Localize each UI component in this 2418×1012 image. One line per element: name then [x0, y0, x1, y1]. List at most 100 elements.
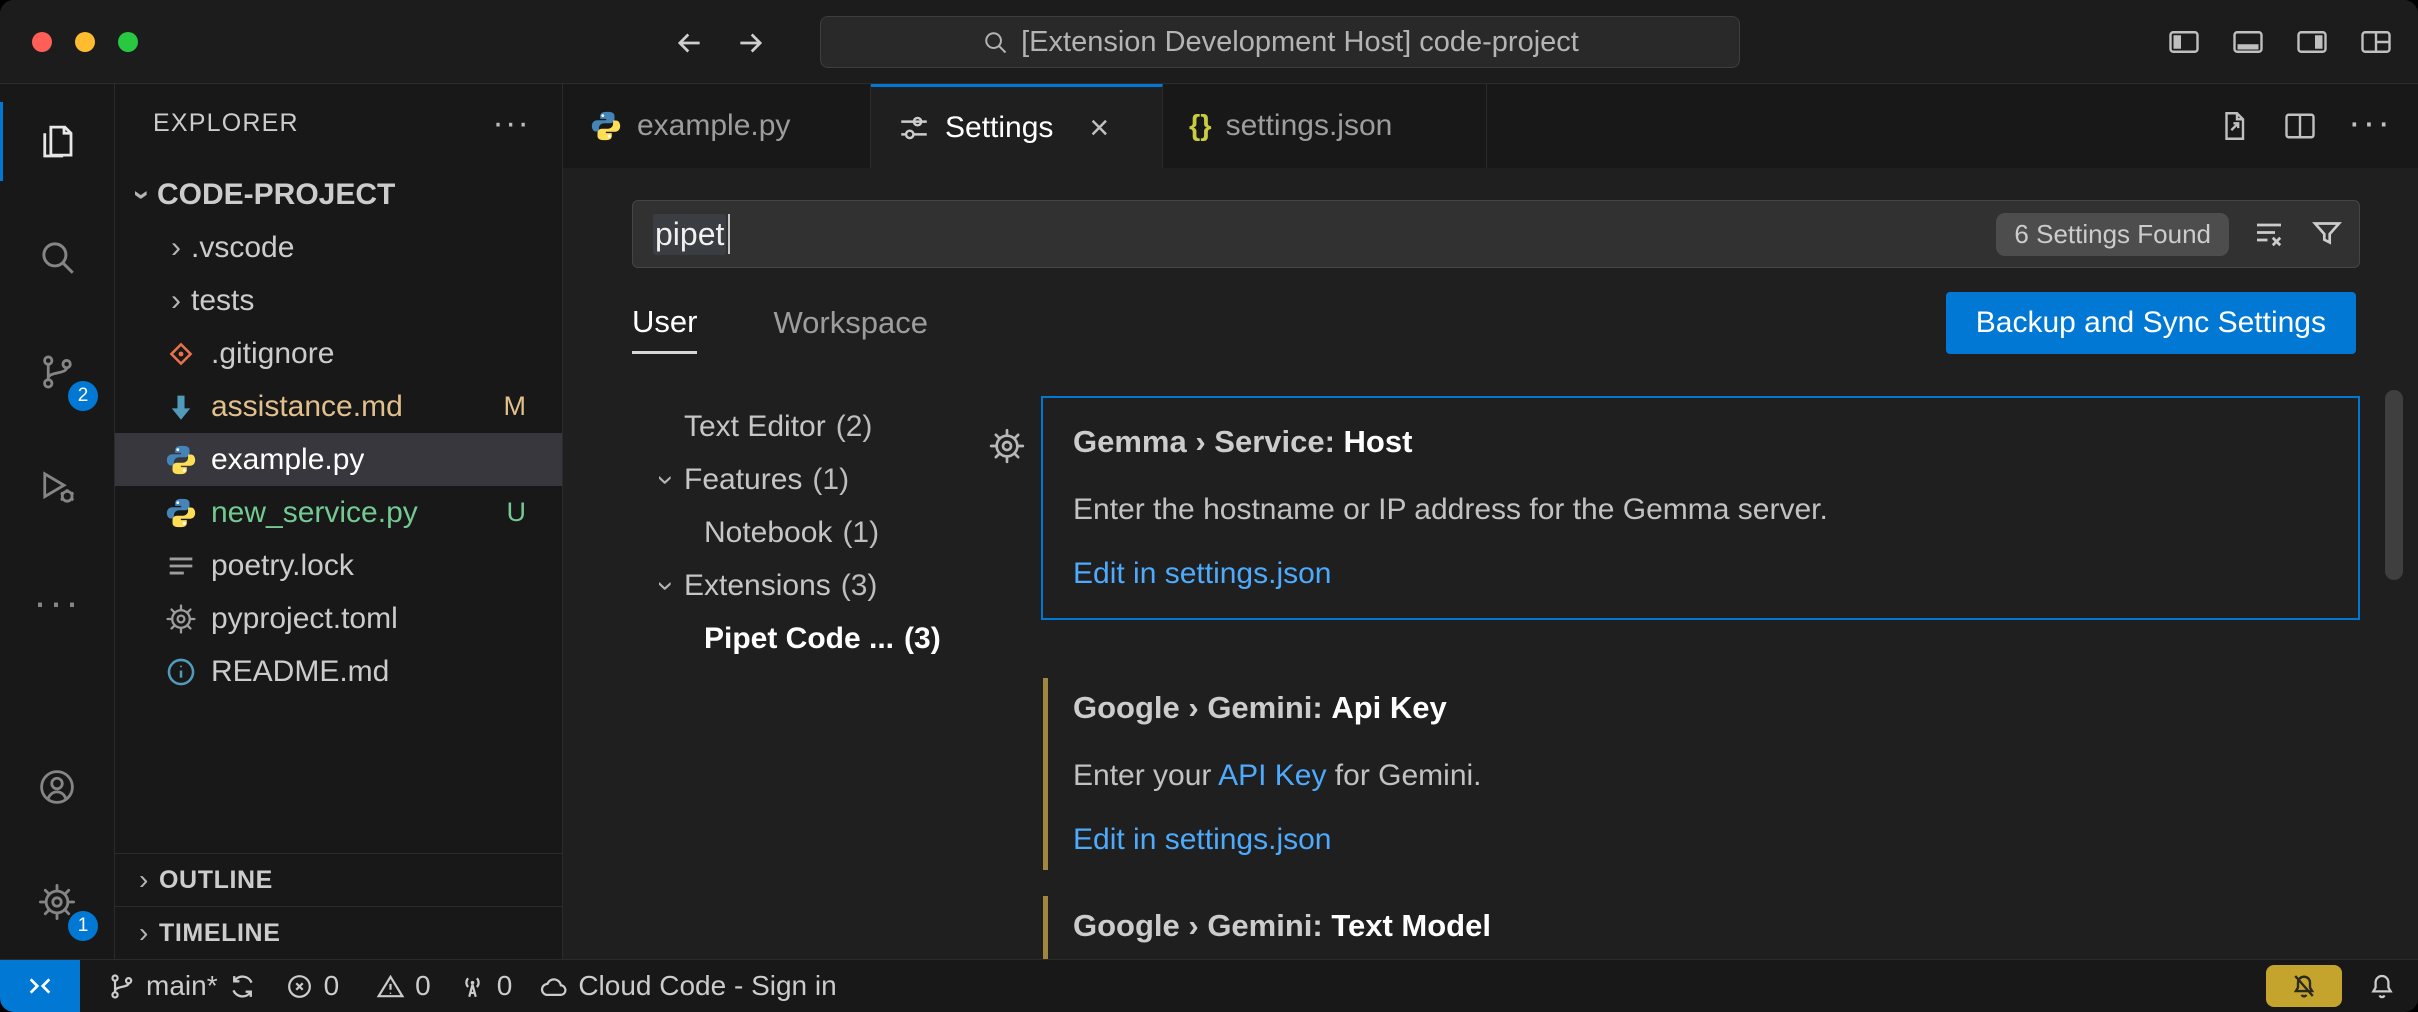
timeline-section-header[interactable]: › TIMELINE	[115, 906, 562, 959]
toc-features[interactable]: › Features (1)	[648, 453, 1008, 506]
settings-search-input[interactable]: pipet 6 Settings Found	[632, 200, 2360, 268]
layout-controls	[2166, 24, 2394, 60]
editor-actions: ···	[2216, 84, 2418, 168]
close-icon[interactable]: ×	[1089, 113, 1109, 143]
activity-run-debug[interactable]	[0, 429, 114, 544]
toggle-panel-button[interactable]	[2230, 24, 2266, 60]
tab-workspace-settings[interactable]: Workspace	[773, 292, 928, 354]
cloud-icon	[538, 971, 569, 1002]
edit-in-settings-json-link[interactable]: Edit in settings.json	[1073, 820, 2328, 860]
tree-item-tests[interactable]: › tests	[115, 274, 562, 327]
branch-item[interactable]: main*	[106, 970, 258, 1002]
toml-gear-icon	[163, 601, 199, 637]
split-editor-icon	[2282, 108, 2318, 144]
command-center[interactable]: [Extension Development Host] code-projec…	[820, 16, 1740, 68]
toggle-secondary-sidebar-button[interactable]	[2294, 24, 2330, 60]
tree-item-label: tests	[191, 284, 254, 318]
tree-item-label: new_service.py	[211, 496, 418, 530]
tree-root-code-project[interactable]: › CODE-PROJECT	[115, 168, 562, 221]
setting-gemma-service-host[interactable]: Gemma › Service: Host Enter the hostname…	[1041, 396, 2360, 620]
more-actions-button[interactable]: ···	[2348, 113, 2392, 140]
back-button[interactable]	[672, 26, 706, 60]
minimize-window-button[interactable]	[75, 32, 95, 52]
activity-search[interactable]	[0, 199, 114, 314]
toc-text-editor[interactable]: Text Editor (2)	[648, 400, 1008, 453]
tab-settings[interactable]: Settings ×	[871, 84, 1163, 168]
activity-accounts[interactable]	[0, 729, 114, 844]
outline-section-header[interactable]: › OUTLINE	[115, 853, 562, 906]
open-settings-json-button[interactable]	[2216, 108, 2252, 144]
tree-item-vscode[interactable]: › .vscode	[115, 221, 562, 274]
search-value: pipet	[653, 214, 726, 255]
edit-in-settings-json-link[interactable]: Edit in settings.json	[1073, 554, 2328, 594]
modified-indicator	[1043, 678, 1048, 870]
setting-title: Gemma › Service: Host	[1073, 422, 2328, 462]
results-count-badge: 6 Settings Found	[1996, 213, 2229, 256]
tree-item-pyproject-toml[interactable]: pyproject.toml	[115, 592, 562, 645]
tree-item-readme-md[interactable]: README.md	[115, 645, 562, 698]
notifications-button[interactable]	[2366, 970, 2398, 1002]
search-icon	[981, 28, 1009, 56]
git-status-badge: M	[504, 391, 527, 422]
setting-gear-icon[interactable]	[987, 426, 1027, 466]
tab-user-settings[interactable]: User	[632, 292, 697, 354]
customize-layout-button[interactable]	[2358, 24, 2394, 60]
ports-item[interactable]: 0	[457, 970, 513, 1002]
more-actions-icon[interactable]: ···	[492, 118, 530, 128]
chevron-down-icon: ›	[649, 568, 683, 604]
markdown-file-icon	[163, 389, 199, 425]
toc-label: Extensions	[684, 569, 831, 603]
setting-google-gemini-api-key[interactable]: Google › Gemini: Api Key Enter your API …	[1041, 662, 2360, 886]
split-editor-button[interactable]	[2282, 108, 2318, 144]
remote-indicator[interactable]	[0, 960, 80, 1012]
bell-icon	[2366, 970, 2398, 1002]
python-file-icon	[589, 109, 623, 143]
tree-item-new-service-py[interactable]: new_service.py U	[115, 486, 562, 539]
description-text: for Gemini.	[1326, 759, 1481, 792]
cloud-code-item[interactable]: Cloud Code - Sign in	[538, 970, 836, 1002]
activity-source-control[interactable]: 2	[0, 314, 114, 429]
layout-grid-icon	[2358, 24, 2394, 60]
activity-explorer[interactable]	[0, 84, 114, 199]
activity-settings[interactable]: 1	[0, 844, 114, 959]
tab-example-py[interactable]: example.py	[563, 84, 871, 168]
toc-notebook[interactable]: Notebook (1)	[648, 506, 1008, 559]
info-file-icon	[163, 654, 199, 690]
settings-editor: pipet 6 Settings Found User Worksp	[563, 168, 2418, 959]
tree-item-assistance-md[interactable]: assistance.md M	[115, 380, 562, 433]
chevron-right-icon: ›	[161, 284, 191, 318]
tree-item-poetry-lock[interactable]: poetry.lock	[115, 539, 562, 592]
warning-icon	[375, 971, 406, 1002]
forward-button[interactable]	[734, 26, 768, 60]
problems-item[interactable]: 0 0	[284, 970, 431, 1002]
setting-google-gemini-text-model[interactable]: Google › Gemini: Text Model	[1041, 880, 2360, 959]
tab-label: Settings	[945, 111, 1053, 145]
git-file-icon	[163, 336, 199, 372]
tree-item-gitignore[interactable]: .gitignore	[115, 327, 562, 380]
activity-more[interactable]: ···	[0, 544, 114, 659]
files-icon	[36, 121, 78, 163]
tree-item-example-py[interactable]: example.py	[115, 433, 562, 486]
api-key-link[interactable]: API Key	[1218, 759, 1326, 792]
toc-label: Features	[684, 463, 802, 497]
tree-item-label: README.md	[211, 655, 389, 689]
lock-file-icon	[163, 548, 199, 584]
setting-title: Google › Gemini: Text Model	[1073, 906, 2328, 946]
do-not-disturb-button[interactable]	[2266, 965, 2342, 1007]
close-window-button[interactable]	[32, 32, 52, 52]
backup-sync-settings-button[interactable]: Backup and Sync Settings	[1946, 292, 2356, 354]
chevron-down-icon: ›	[125, 180, 159, 210]
toggle-primary-sidebar-button[interactable]	[2166, 24, 2202, 60]
filter-button[interactable]	[2309, 216, 2345, 252]
zoom-window-button[interactable]	[118, 32, 138, 52]
toc-count: (3)	[904, 622, 941, 656]
bell-slash-icon	[2289, 971, 2319, 1001]
clear-filter-icon	[2251, 216, 2287, 252]
tab-settings-json[interactable]: {} settings.json	[1163, 84, 1487, 168]
settings-scrollbar[interactable]	[2385, 390, 2403, 580]
clear-search-button[interactable]	[2251, 216, 2287, 252]
toc-extensions[interactable]: › Extensions (3)	[648, 559, 1008, 612]
toc-pipet-code[interactable]: Pipet Code ... (3)	[648, 612, 1008, 665]
status-bar: main* 0 0 0 Cloud Code - Sign in	[0, 959, 2418, 1012]
history-nav	[672, 26, 768, 60]
